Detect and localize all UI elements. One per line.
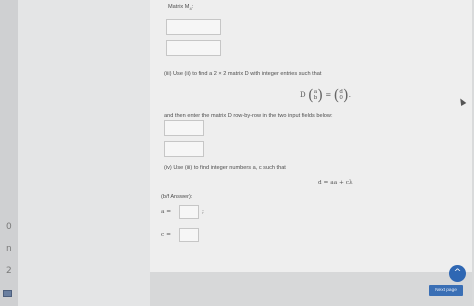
matrix-d-row1-input[interactable] xyxy=(164,120,204,136)
enter-matrix-text: and then enter the matrix D row-by-row i… xyxy=(164,113,333,119)
part-iii-text: (iii) Use (ii) to find a 2 × 2 matrix D … xyxy=(164,71,322,77)
left-strip: 0 n 2 xyxy=(0,0,18,306)
c-input[interactable] xyxy=(179,228,199,242)
a-input[interactable] xyxy=(179,205,199,219)
answer-label: (b/f Answer): xyxy=(161,194,193,200)
eigen-equation: D (a b) = (d 0). xyxy=(300,86,351,104)
scroll-to-top-button[interactable]: ^ xyxy=(449,265,466,282)
sidebar xyxy=(18,0,150,306)
matrix-m-row2-input[interactable] xyxy=(166,40,221,56)
taskbar-icon[interactable] xyxy=(3,290,12,297)
a-suffix: ; xyxy=(202,209,204,215)
next-page-button[interactable]: Next page xyxy=(429,285,463,296)
part-iv-text: (iv) Use (iii) to find integer numbers a… xyxy=(164,165,286,171)
matrix-d-row2-input[interactable] xyxy=(164,141,204,157)
left-mark: 2 xyxy=(6,266,12,276)
matrix-label: Matrix M4: xyxy=(168,4,194,12)
left-mark: 0 xyxy=(6,222,12,232)
c-label: c = xyxy=(161,232,171,238)
matrix-m-row1-input[interactable] xyxy=(166,19,221,35)
linear-combination-equation: d = aa + cλ xyxy=(318,180,353,186)
a-label: a = xyxy=(161,209,172,215)
left-mark: n xyxy=(6,244,12,254)
